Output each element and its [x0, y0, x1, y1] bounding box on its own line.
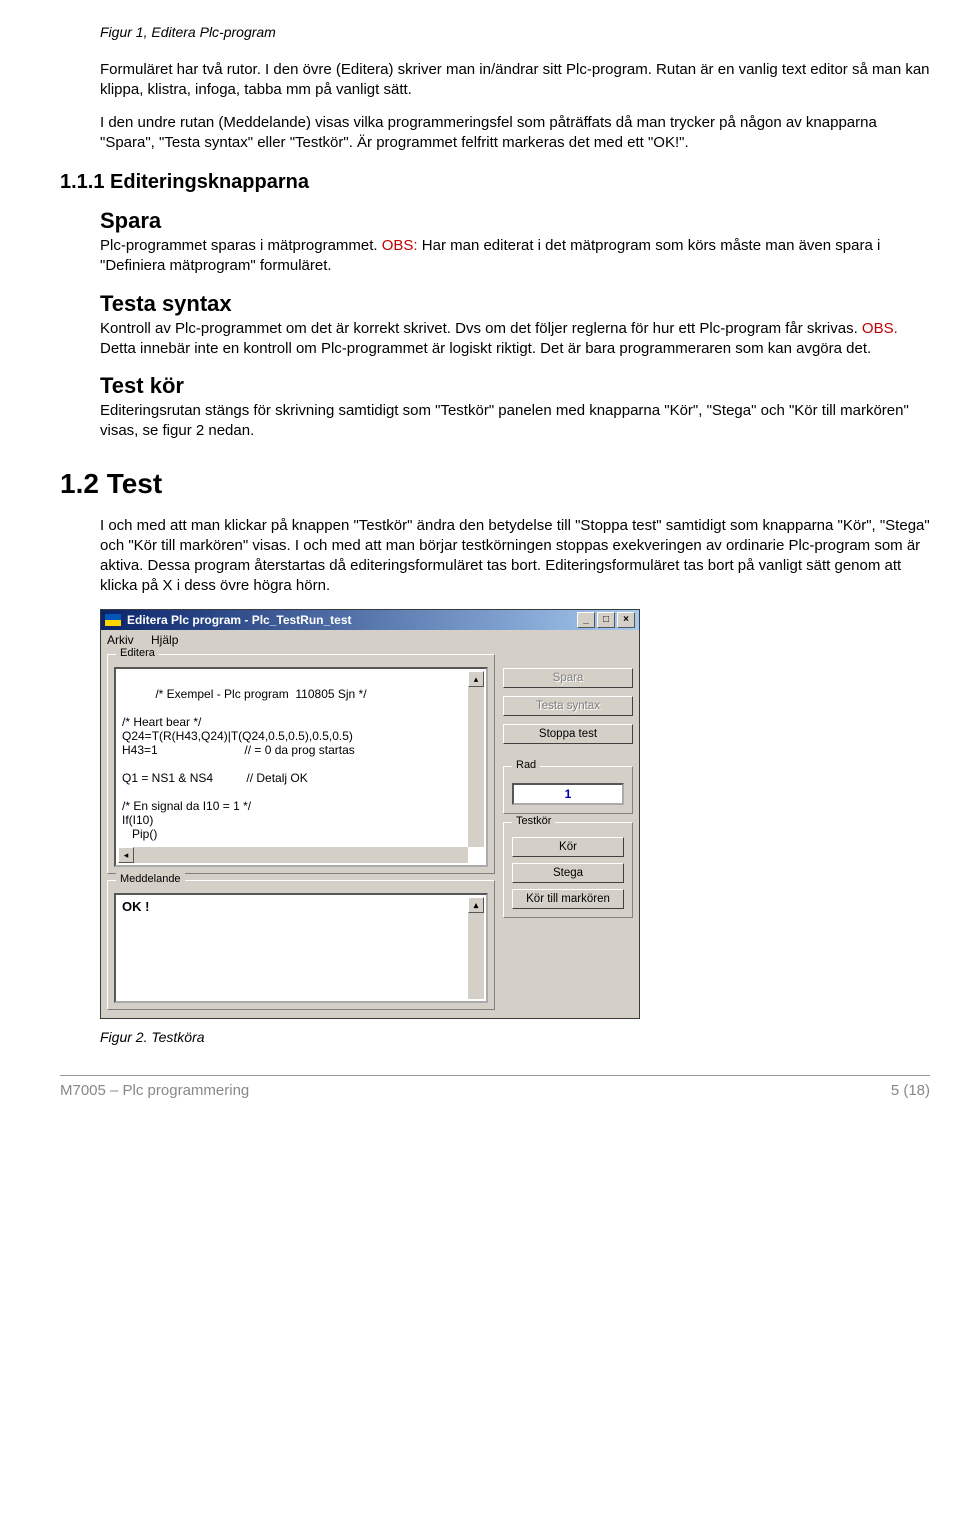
meddelande-group: Meddelande OK ! [107, 880, 495, 1010]
kor-till-markoren-button[interactable]: Kör till markören [512, 889, 624, 909]
app-icon [105, 614, 121, 626]
menu-bar: Arkiv Hjälp [101, 630, 639, 650]
rad-value-field[interactable]: 1 [512, 783, 624, 805]
menu-hjalp[interactable]: Hjälp [151, 633, 178, 647]
stoppa-test-button[interactable]: Stoppa test [503, 724, 633, 744]
spara-heading: Spara [100, 208, 930, 234]
message-vertical-scrollbar[interactable] [468, 897, 484, 999]
footer-right: 5 (18) [891, 1082, 930, 1099]
testkor-group-label: Testkör [512, 815, 555, 827]
section-1-2-heading: 1.2 Test [60, 468, 930, 500]
intro-paragraph-1: Formuläret har två rutor. I den övre (Ed… [100, 60, 930, 101]
testa-syntax-heading: Testa syntax [100, 291, 930, 317]
rad-group-label: Rad [512, 759, 540, 771]
plc-code-text: /* Exempel - Plc program 110805 Sjn */ /… [122, 687, 367, 841]
testkor-group: Testkör Kör Stega Kör till markören [503, 822, 633, 918]
rad-group: Rad 1 [503, 766, 633, 814]
intro-paragraph-2: I den undre rutan (Meddelande) visas vil… [100, 113, 930, 154]
titlebar[interactable]: Editera Plc program - Plc_TestRun_test _… [101, 610, 639, 630]
plc-editor-window: Editera Plc program - Plc_TestRun_test _… [100, 609, 640, 1019]
spara-text-a: Plc-programmet sparas i mätprogrammet. [100, 237, 382, 254]
testa-syntax-button[interactable]: Testa syntax [503, 696, 633, 716]
kor-button[interactable]: Kör [512, 837, 624, 857]
obs-label-1: OBS: [382, 237, 418, 254]
test-kor-heading: Test kör [100, 373, 930, 399]
page-footer: M7005 – Plc programmering 5 (18) [60, 1075, 930, 1099]
maximize-button[interactable]: □ [597, 612, 615, 628]
figure-1-caption: Figur 1, Editera Plc-program [100, 24, 930, 40]
plc-code-editor[interactable]: /* Exempel - Plc program 110805 Sjn */ /… [114, 667, 488, 867]
figure-2-caption: Figur 2. Testköra [100, 1029, 930, 1045]
minimize-button[interactable]: _ [577, 612, 595, 628]
editera-group: Editera /* Exempel - Plc program 110805 … [107, 654, 495, 874]
obs-label-2: OBS. [862, 320, 898, 337]
message-text: OK ! [122, 899, 149, 914]
spara-paragraph: Plc-programmet sparas i mätprogrammet. O… [100, 236, 930, 277]
editera-group-label: Editera [116, 647, 159, 659]
section-1-2-paragraph: I och med att man klickar på knappen "Te… [100, 516, 930, 597]
window-title: Editera Plc program - Plc_TestRun_test [127, 613, 352, 627]
footer-left: M7005 – Plc programmering [60, 1082, 249, 1099]
menu-arkiv[interactable]: Arkiv [107, 633, 134, 647]
editor-vertical-scrollbar[interactable] [468, 671, 484, 847]
testa-text-a: Kontroll av Plc-programmet om det är kor… [100, 320, 862, 337]
test-kor-paragraph: Editeringsrutan stängs för skrivning sam… [100, 401, 930, 442]
testa-syntax-paragraph: Kontroll av Plc-programmet om det är kor… [100, 319, 930, 360]
section-1-1-1-heading: 1.1.1 Editeringsknapparna [60, 171, 930, 194]
close-button[interactable]: × [617, 612, 635, 628]
spara-button[interactable]: Spara [503, 668, 633, 688]
meddelande-group-label: Meddelande [116, 873, 185, 885]
testa-text-b: Detta innebär inte en kontroll om Plc-pr… [100, 340, 871, 357]
message-output[interactable]: OK ! [114, 893, 488, 1003]
stega-button[interactable]: Stega [512, 863, 624, 883]
editor-horizontal-scrollbar[interactable] [118, 847, 468, 863]
